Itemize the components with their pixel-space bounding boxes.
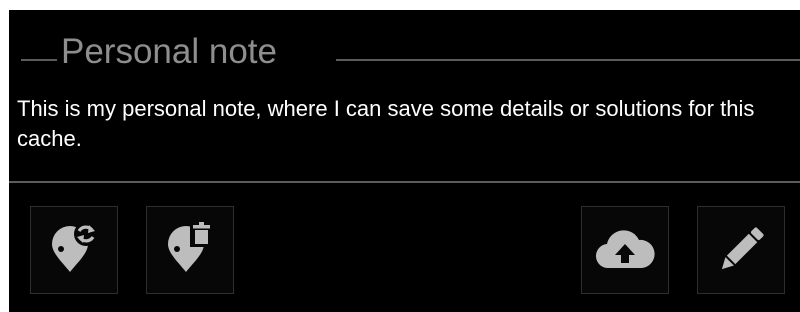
section-divider <box>9 181 800 183</box>
personal-note-header: Personal note <box>9 26 800 76</box>
waypoint-delete-icon <box>168 221 212 272</box>
personal-note-title: Personal note <box>61 32 277 71</box>
upload-note-button[interactable] <box>581 206 669 294</box>
pencil-icon <box>721 227 764 270</box>
edit-note-button[interactable] <box>697 206 785 294</box>
personal-note-text: This is my personal note, where I can sa… <box>17 96 755 151</box>
header-rule-right <box>336 59 800 61</box>
waypoint-sync-icon <box>52 222 98 272</box>
cloud-upload-icon <box>595 230 655 269</box>
personal-note-panel: Personal note This is my personal note, … <box>9 10 800 312</box>
sync-note-waypoints-button[interactable] <box>30 206 118 294</box>
delete-note-waypoints-button[interactable] <box>146 206 234 294</box>
header-rule-left <box>21 59 57 61</box>
